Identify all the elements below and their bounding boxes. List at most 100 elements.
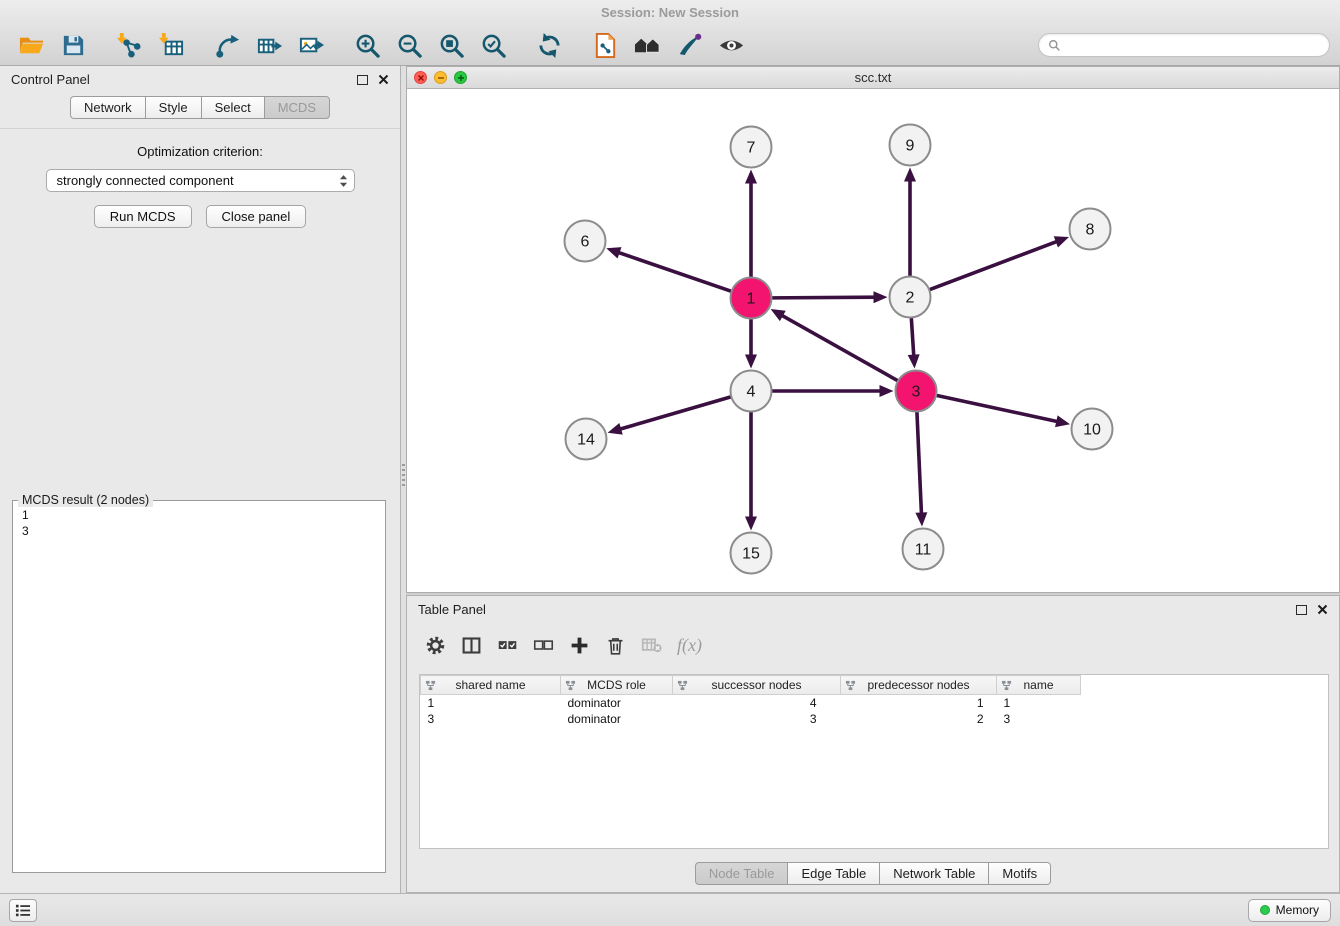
column-header-shared-name[interactable]: shared name <box>421 676 561 695</box>
graph-edge-arrowhead <box>745 355 757 369</box>
zoom-in-button[interactable] <box>346 26 388 64</box>
table-settings-button[interactable] <box>425 632 446 658</box>
network-document-icon <box>592 32 619 59</box>
select-all-icon <box>497 635 518 656</box>
select-all-button[interactable] <box>497 632 518 658</box>
graph-edge-1-6[interactable] <box>618 252 731 291</box>
tab-network-table[interactable]: Network Table <box>879 862 988 885</box>
table-row[interactable]: 3 dominator 3 2 3 <box>421 711 1081 727</box>
zoom-selected-button[interactable] <box>472 26 514 64</box>
memory-button[interactable]: Memory <box>1248 899 1331 922</box>
zoom-out-button[interactable] <box>388 26 430 64</box>
search-box[interactable] <box>1038 33 1330 57</box>
tab-edge-table[interactable]: Edge Table <box>787 862 879 885</box>
tab-mcds[interactable]: MCDS <box>264 96 330 119</box>
graphics-details-button[interactable] <box>710 26 752 64</box>
graph-edge-arrowhead <box>873 291 887 303</box>
zoom-out-icon <box>396 32 423 59</box>
network-canvas[interactable]: 7968124314101511 <box>407 89 1339 592</box>
tab-select[interactable]: Select <box>201 96 264 119</box>
graph-edge-2-3[interactable] <box>911 318 913 356</box>
window-title: Session: New Session <box>601 5 739 20</box>
import-table-icon <box>158 32 185 59</box>
control-panel: Control Panel Network Style Select MCDS … <box>0 66 401 893</box>
table-panel-tabs: Node Table Edge Table Network Table Moti… <box>407 862 1339 885</box>
delete-column-button[interactable] <box>605 632 626 658</box>
memory-status-dot <box>1260 905 1270 915</box>
graph-edge-3-1[interactable] <box>781 315 897 381</box>
node-table: shared name MCDS role successor nodes <box>420 675 1081 727</box>
refresh-layout-button[interactable] <box>528 26 570 64</box>
deselect-all-icon <box>533 635 554 656</box>
graph-edge-4-14[interactable] <box>619 397 730 429</box>
import-network-icon <box>116 32 143 59</box>
column-header-successor-nodes[interactable]: successor nodes <box>673 676 841 695</box>
zoom-fit-button[interactable] <box>430 26 472 64</box>
home-icon <box>634 32 661 59</box>
tab-node-table[interactable]: Node Table <box>695 862 788 885</box>
table-row[interactable]: 1 dominator 4 1 1 <box>421 695 1081 712</box>
show-columns-button[interactable] <box>461 632 482 658</box>
minimize-window-icon[interactable] <box>434 71 447 84</box>
tab-network[interactable]: Network <box>70 96 145 119</box>
trash-icon <box>605 635 626 656</box>
maximize-window-icon[interactable] <box>454 71 467 84</box>
network-graph: 7968124314101511 <box>407 89 1339 592</box>
tab-motifs[interactable]: Motifs <box>988 862 1051 885</box>
divider <box>0 128 400 129</box>
style-button[interactable] <box>668 26 710 64</box>
export-network-button[interactable] <box>206 26 248 64</box>
column-header-mcds-role[interactable]: MCDS role <box>561 676 673 695</box>
deselect-all-button[interactable] <box>533 632 554 658</box>
table-panel: Table Panel <box>406 595 1340 893</box>
optimization-criterion-select[interactable]: strongly connected component <box>46 169 355 192</box>
graph-edge-3-10[interactable] <box>937 396 1058 422</box>
search-input[interactable] <box>1066 38 1320 52</box>
zoom-selected-icon <box>480 32 507 59</box>
network-document-button[interactable] <box>584 26 626 64</box>
import-network-button[interactable] <box>108 26 150 64</box>
float-panel-icon[interactable] <box>1296 605 1307 615</box>
home-button[interactable] <box>626 26 668 64</box>
import-table-button[interactable] <box>150 26 192 64</box>
list-icon <box>14 903 32 918</box>
attribute-type-icon <box>565 680 576 691</box>
style-brush-icon <box>676 32 703 59</box>
table-panel-header: Table Panel <box>407 596 1339 623</box>
column-header-name[interactable]: name <box>997 676 1081 695</box>
split-columns-icon <box>461 635 482 656</box>
graph-edge-2-8[interactable] <box>930 241 1058 289</box>
close-panel-icon[interactable] <box>378 74 389 85</box>
delete-table-icon <box>641 635 662 656</box>
attribute-type-icon <box>845 680 856 691</box>
tab-style[interactable]: Style <box>145 96 201 119</box>
open-session-button[interactable] <box>10 26 52 64</box>
close-panel-icon[interactable] <box>1317 604 1328 615</box>
attribute-type-icon <box>425 680 436 691</box>
task-history-button[interactable] <box>9 899 37 922</box>
add-column-button[interactable] <box>569 632 590 658</box>
mcds-result-value: 3 <box>13 523 385 539</box>
graph-node-label: 1 <box>747 291 756 308</box>
mcds-result-box: MCDS result (2 nodes) 1 3 <box>12 493 386 873</box>
graph-edge-1-2[interactable] <box>772 297 875 298</box>
close-window-icon[interactable] <box>414 71 427 84</box>
save-session-button[interactable] <box>52 26 94 64</box>
function-builder-button[interactable]: f(x) <box>677 632 702 658</box>
table-header-row: shared name MCDS role successor nodes <box>421 676 1081 695</box>
export-table-icon <box>256 32 283 59</box>
control-panel-title: Control Panel <box>11 72 90 87</box>
graph-edge-arrowhead <box>908 354 920 368</box>
main-toolbar <box>0 25 1340 66</box>
export-image-button[interactable] <box>290 26 332 64</box>
attribute-type-icon <box>1001 680 1012 691</box>
close-panel-button[interactable]: Close panel <box>206 205 307 228</box>
export-table-button[interactable] <box>248 26 290 64</box>
run-mcds-button[interactable]: Run MCDS <box>94 205 192 228</box>
save-icon <box>60 32 87 59</box>
delete-table-button[interactable] <box>641 632 662 658</box>
float-panel-icon[interactable] <box>357 75 368 85</box>
graph-edge-3-11[interactable] <box>917 412 922 514</box>
column-header-predecessor-nodes[interactable]: predecessor nodes <box>841 676 997 695</box>
eye-icon <box>718 32 745 59</box>
